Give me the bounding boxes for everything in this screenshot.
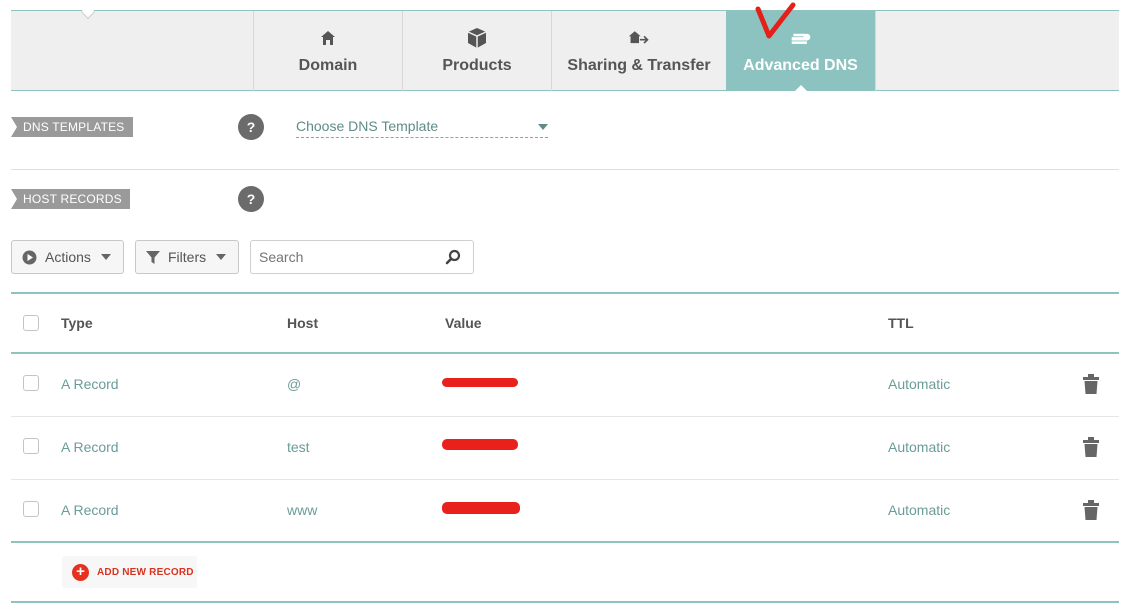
redacted-value [442,378,518,387]
filters-label: Filters [168,249,207,265]
tab-domain[interactable]: Domain [253,11,402,91]
chevron-down-icon [538,124,548,130]
row-checkbox[interactable] [23,501,39,517]
box-icon [466,27,488,49]
dns-templates-help-icon[interactable]: ? [238,114,264,140]
plus-circle-icon: + [72,563,89,581]
record-host[interactable]: www [287,502,317,518]
share-transfer-icon [628,27,650,49]
footer-border [11,601,1119,603]
row-checkbox[interactable] [23,438,39,454]
host-records-help-icon[interactable]: ? [238,186,264,212]
trash-icon[interactable] [1083,500,1099,525]
record-ttl[interactable]: Automatic [888,439,950,455]
trash-icon[interactable] [1083,437,1099,462]
column-header-host: Host [287,315,319,331]
record-type[interactable]: A Record [61,502,119,518]
column-header-type: Type [61,315,93,331]
record-type[interactable]: A Record [61,376,119,392]
column-header-ttl: TTL [888,315,914,331]
record-ttl[interactable]: Automatic [888,376,950,392]
red-check-annotation [755,2,796,39]
actions-label: Actions [45,249,91,265]
host-records-label: HOST RECORDS [11,189,130,209]
record-type[interactable]: A Record [61,439,119,455]
redacted-value [442,502,520,514]
search-box [250,240,474,274]
record-host[interactable]: @ [287,376,301,392]
search-input[interactable] [251,241,431,273]
record-host[interactable]: test [287,439,310,455]
add-new-record-label: ADD NEW RECORD [97,566,194,578]
trash-icon[interactable] [1083,374,1099,399]
filter-icon [146,250,160,265]
section-divider [11,169,1119,170]
chevron-down-icon [100,254,111,260]
add-new-record-button[interactable]: + ADD NEW RECORD [62,556,197,588]
dns-templates-label: DNS TEMPLATES [11,117,133,137]
search-icon[interactable] [445,249,461,270]
tab-label: Advanced DNS [743,57,858,74]
record-ttl[interactable]: Automatic [888,502,950,518]
table-row: A Record www Automatic [11,480,1119,543]
filters-button[interactable]: Filters [135,240,239,274]
table-bottom-border [11,541,1119,543]
chevron-down-icon [216,254,227,260]
table-row: A Record test Automatic [11,417,1119,480]
column-header-value: Value [445,315,482,331]
tab-label: Sharing & Transfer [567,57,711,74]
tab-advanced-dns[interactable]: Advanced DNS [726,11,875,92]
dns-template-select[interactable]: Choose DNS Template [296,116,548,138]
tab-products[interactable]: Products [402,11,551,91]
redacted-value [442,439,518,450]
row-checkbox[interactable] [23,375,39,391]
tab-label: Products [442,57,512,74]
tab-label: Domain [298,57,358,74]
table-row: A Record @ Automatic [11,354,1119,417]
breadcrumb-caret [80,4,96,20]
table-top-border [11,292,1119,294]
tab-sharing-transfer[interactable]: Sharing & Transfer [551,11,726,91]
home-icon [317,27,339,49]
actions-button[interactable]: Actions [11,240,124,274]
tab-divider [875,11,876,91]
tab-bar: Domain Products Sharing & Transfer Advan… [11,4,1119,92]
dns-template-value: Choose DNS Template [296,118,439,134]
play-circle-icon [22,250,37,265]
select-all-checkbox[interactable] [23,315,39,331]
